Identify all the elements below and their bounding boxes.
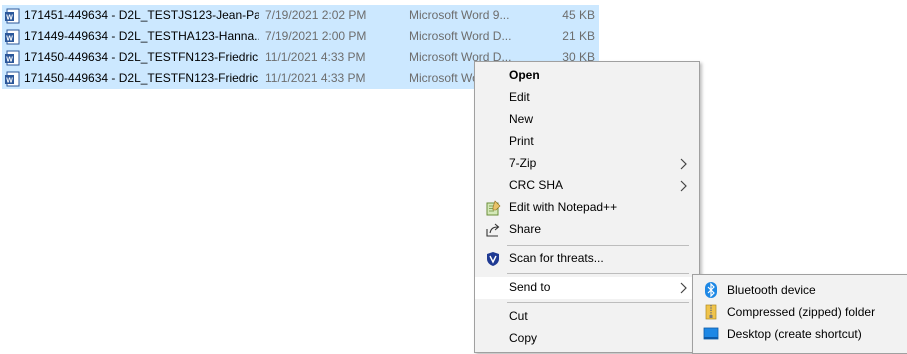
- file-type: Microsoft Word 9...: [409, 8, 510, 22]
- word-document-icon: W: [5, 29, 20, 45]
- word-document-icon: W: [5, 50, 20, 66]
- menu-separator: [507, 302, 689, 303]
- menu-item-label: 7-Zip: [509, 156, 537, 170]
- zip-folder-icon: [705, 304, 717, 320]
- svg-text:W: W: [6, 57, 13, 64]
- menu-item-label: Send to: [509, 280, 551, 294]
- menu-item-label: New: [509, 112, 534, 126]
- menu-item-copy[interactable]: Copy: [475, 328, 699, 350]
- menu-item-label: Share: [509, 222, 542, 236]
- menu-item-label: Print: [509, 134, 534, 148]
- file-date: 7/19/2021 2:02 PM: [265, 8, 367, 22]
- notepad-plus-plus-icon: [486, 200, 501, 216]
- menu-separator: [507, 245, 689, 246]
- menu-item-print[interactable]: Print: [475, 131, 699, 153]
- file-size: 45 KB: [562, 8, 595, 22]
- file-date: 11/1/2021 4:33 PM: [265, 50, 366, 64]
- file-row[interactable]: W 171449-449634 - D2L_TESTHA123-Hanna...…: [2, 26, 599, 47]
- shield-icon: [487, 252, 499, 266]
- menu-item-notepad[interactable]: Edit with Notepad++: [475, 197, 699, 219]
- chevron-right-icon: [680, 180, 687, 192]
- file-date: 7/19/2021 2:00 PM: [265, 29, 367, 43]
- file-size: 21 KB: [562, 29, 595, 43]
- menu-item-label: Scan for threats...: [509, 251, 604, 265]
- menu-item-open[interactable]: Open: [475, 65, 699, 87]
- send-to-submenu: Bluetooth device Compressed (zipped) fol…: [692, 274, 907, 354]
- menu-item-label: Edit: [509, 90, 530, 104]
- submenu-item-zip[interactable]: Compressed (zipped) folder: [693, 301, 907, 323]
- menu-item-7zip[interactable]: 7-Zip: [475, 153, 699, 175]
- file-name: 171449-449634 - D2L_TESTHA123-Hanna...: [24, 29, 259, 43]
- menu-separator: [507, 273, 689, 274]
- file-type: Microsoft Word D...: [409, 29, 512, 43]
- chevron-right-icon: [680, 282, 687, 294]
- menu-item-label: Copy: [509, 331, 538, 345]
- word-document-icon: W: [5, 8, 20, 24]
- menu-item-cut[interactable]: Cut: [475, 306, 699, 328]
- share-icon: [486, 223, 500, 237]
- menu-item-new[interactable]: New: [475, 109, 699, 131]
- svg-text:W: W: [6, 78, 13, 85]
- menu-item-label: Cut: [509, 309, 528, 323]
- menu-item-label: CRC SHA: [509, 178, 564, 192]
- file-name: 171450-449634 - D2L_TESTFN123-Friedric..…: [24, 50, 259, 64]
- menu-item-share[interactable]: Share: [475, 219, 699, 241]
- menu-item-edit[interactable]: Edit: [475, 87, 699, 109]
- menu-item-scan[interactable]: Scan for threats...: [475, 248, 699, 270]
- menu-item-send-to[interactable]: Send to: [475, 277, 699, 299]
- word-document-icon: W: [5, 71, 20, 87]
- menu-item-label: Edit with Notepad++: [509, 200, 618, 214]
- context-menu: Open Edit New Print 7-Zip CRC SHA Edit w…: [474, 61, 700, 353]
- menu-item-label: Open: [509, 68, 540, 82]
- submenu-item-label: Compressed (zipped) folder: [727, 305, 876, 319]
- file-name: 171450-449634 - D2L_TESTFN123-Friedric..…: [24, 71, 259, 85]
- svg-text:W: W: [6, 15, 13, 22]
- menu-item-crc-sha[interactable]: CRC SHA: [475, 175, 699, 197]
- submenu-item-label: Desktop (create shortcut): [727, 327, 862, 341]
- file-row[interactable]: W 171451-449634 - D2L_TESTJS123-Jean-Pau…: [2, 5, 599, 26]
- submenu-item-bluetooth[interactable]: Bluetooth device: [693, 279, 907, 301]
- bluetooth-icon: [705, 282, 717, 298]
- desktop-icon: [703, 327, 719, 340]
- file-date: 11/1/2021 4:33 PM: [265, 71, 366, 85]
- chevron-right-icon: [680, 158, 687, 170]
- file-name: 171451-449634 - D2L_TESTJS123-Jean-Pau..…: [24, 8, 259, 22]
- submenu-item-label: Bluetooth device: [727, 283, 816, 297]
- svg-text:W: W: [6, 36, 13, 43]
- submenu-item-desktop[interactable]: Desktop (create shortcut): [693, 323, 907, 345]
